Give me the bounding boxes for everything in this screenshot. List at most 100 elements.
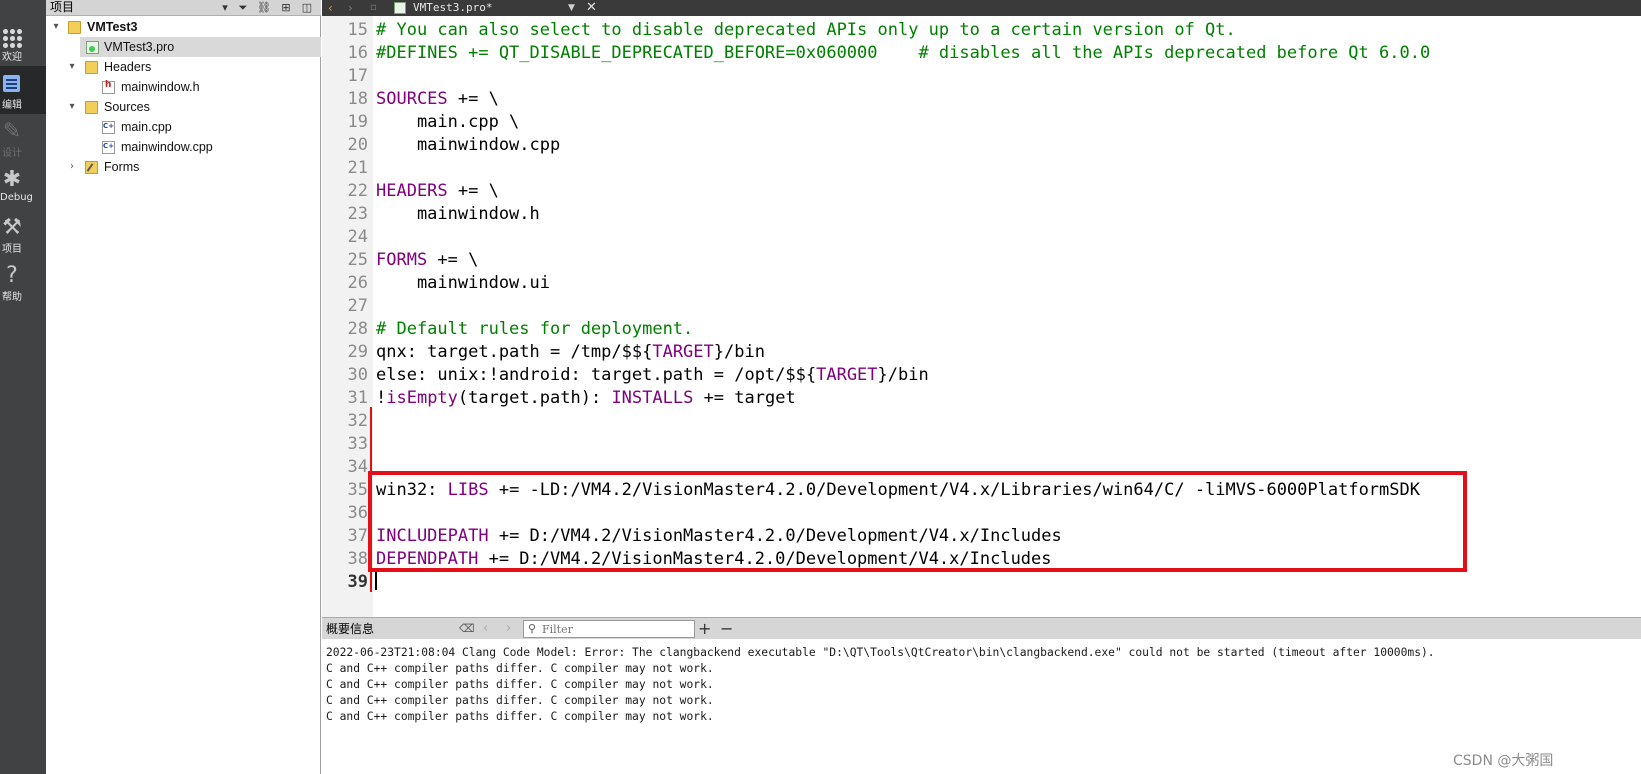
mode-edit[interactable]: 编辑: [0, 66, 46, 114]
grid-icon: [2, 28, 22, 48]
mode-label: 编辑: [2, 100, 22, 111]
chevron-down-icon[interactable]: ▾: [50, 17, 62, 37]
tree-item-pro-file[interactable]: VMTest3.pro: [80, 37, 321, 57]
code-variable: INSTALLS: [611, 388, 694, 408]
line-text: HEADERS += \: [376, 180, 499, 203]
help-icon: ?: [6, 263, 18, 288]
tree-item-main-cpp[interactable]: main.cpp: [46, 117, 321, 137]
code-line[interactable]: 15 # You can also select to disable depre…: [322, 19, 1641, 42]
output-line: C and C++ compiler paths differ. C compi…: [326, 710, 714, 723]
tree-item-label: VMTest3: [87, 20, 138, 34]
line-text: # You can also select to disable depreca…: [376, 19, 1236, 42]
project-panel-title: 项目: [50, 0, 75, 14]
clear-output-icon[interactable]: ⌫: [459, 618, 475, 640]
tree-item-label: mainwindow.cpp: [121, 140, 213, 154]
code-line[interactable]: 39: [322, 571, 1641, 594]
code-line[interactable]: 22 HEADERS += \: [322, 180, 1641, 203]
mode-welcome[interactable]: 欢迎: [0, 18, 46, 66]
filter-field[interactable]: ⚲: [523, 620, 695, 638]
lock-icon[interactable]: ▫: [370, 0, 377, 16]
editor-toolbar: ‹ › ▫ VMTest3.pro* ▼ ✕: [322, 0, 1641, 16]
line-number: 19: [347, 112, 368, 132]
open-file-tab[interactable]: VMTest3.pro*: [413, 0, 492, 16]
cpp-file-icon: [102, 141, 115, 154]
code-line[interactable]: 32: [322, 410, 1641, 433]
code-line[interactable]: 31 !isEmpty(target.path): INSTALLS += tar…: [322, 387, 1641, 410]
output-line: C and C++ compiler paths differ. C compi…: [326, 678, 714, 691]
line-number: 16: [347, 43, 368, 63]
tree-item-sources[interactable]: ▾ Sources: [46, 97, 321, 117]
nav-back-icon[interactable]: ‹: [328, 0, 333, 16]
close-icon[interactable]: ✕: [586, 0, 597, 16]
qt-project-file-icon: [86, 41, 99, 54]
view-dropdown-icon[interactable]: ▾: [218, 0, 232, 15]
code-line[interactable]: 29 qnx: target.path = /tmp/$${TARGET}/bin: [322, 341, 1641, 364]
split-icon[interactable]: ⊞: [278, 0, 294, 15]
qt-project-file-icon: [394, 2, 406, 14]
chevron-down-icon[interactable]: ▾: [66, 97, 78, 117]
code-line[interactable]: 28 # Default rules for deployment.: [322, 318, 1641, 341]
tree-item-headers[interactable]: ▾ Headers: [46, 57, 321, 77]
code-line[interactable]: 21: [322, 157, 1641, 180]
code-line[interactable]: 23 mainwindow.h: [322, 203, 1641, 226]
code-token: !: [376, 388, 387, 408]
line-number: 22: [347, 181, 368, 201]
chevron-right-icon[interactable]: ›: [66, 157, 78, 177]
code-token: }/bin: [877, 365, 929, 385]
code-line[interactable]: 30 else: unix:!android: target.path = /op…: [322, 364, 1641, 387]
mode-design[interactable]: ✎ 设计: [0, 114, 46, 162]
tree-item-label: main.cpp: [121, 120, 172, 134]
filter-input[interactable]: [542, 621, 692, 637]
edit-icon: [3, 75, 20, 92]
search-icon: ⚲: [528, 622, 537, 635]
code-variable: TARGET: [816, 365, 878, 385]
zoom-in-icon[interactable]: +: [698, 618, 711, 640]
code-line[interactable]: 33: [322, 433, 1641, 456]
code-line[interactable]: 27: [322, 295, 1641, 318]
line-number: 37: [347, 526, 368, 546]
nav-forward-icon[interactable]: ›: [348, 0, 353, 16]
line-number: 32: [347, 411, 368, 431]
line-number: 20: [347, 135, 368, 155]
line-number: 18: [347, 89, 368, 109]
line-number: 31: [347, 388, 368, 408]
close-panel-icon[interactable]: ◫: [300, 0, 314, 15]
code-line[interactable]: 20 mainwindow.cpp: [322, 134, 1641, 157]
line-number: 27: [347, 296, 368, 316]
mode-debug[interactable]: ✱ Debug: [0, 162, 46, 210]
tree-item-project[interactable]: ▾ VMTest3: [46, 17, 321, 37]
code-variable: SOURCES: [376, 89, 448, 109]
mode-help[interactable]: ? 帮助: [0, 258, 46, 306]
code-token: += \: [427, 250, 479, 270]
tree-item-label: VMTest3.pro: [104, 40, 175, 54]
chevron-down-icon[interactable]: ▼: [568, 0, 575, 16]
tree-item-forms[interactable]: › Forms: [46, 157, 321, 177]
chevron-down-icon[interactable]: ▾: [66, 57, 78, 77]
mode-label: 项目: [2, 244, 22, 255]
tree-item-mainwindow-cpp[interactable]: mainwindow.cpp: [46, 137, 321, 157]
next-icon[interactable]: ›: [506, 618, 511, 640]
line-number: 38: [347, 549, 368, 569]
mode-label: 设计: [2, 148, 22, 159]
filter-icon[interactable]: ⏷: [236, 0, 250, 15]
code-line[interactable]: 25 FORMS += \: [322, 249, 1641, 272]
code-token: (target.path):: [457, 388, 612, 408]
line-text: # Default rules for deployment.: [376, 318, 693, 341]
code-token: mainwindow.cpp: [376, 135, 561, 155]
link-icon[interactable]: ⛓: [256, 0, 272, 15]
mode-projects[interactable]: ⚒ 项目: [0, 210, 46, 258]
code-line[interactable]: 19 main.cpp \: [322, 111, 1641, 134]
zoom-out-icon[interactable]: −: [720, 618, 733, 640]
code-line[interactable]: 26 mainwindow.ui: [322, 272, 1641, 295]
code-line[interactable]: 24: [322, 226, 1641, 249]
folder-icon: [85, 101, 98, 114]
mode-label: Debug: [0, 192, 33, 203]
line-number: 33: [347, 434, 368, 454]
code-function: isEmpty: [386, 388, 458, 408]
line-number: 24: [347, 227, 368, 247]
code-line[interactable]: 16 #DEFINES += QT_DISABLE_DEPRECATED_BEFO…: [322, 42, 1641, 65]
code-line[interactable]: 18 SOURCES += \: [322, 88, 1641, 111]
prev-icon[interactable]: ‹: [483, 618, 488, 640]
code-line[interactable]: 17: [322, 65, 1641, 88]
tree-item-mainwindow-h[interactable]: mainwindow.h: [46, 77, 321, 97]
